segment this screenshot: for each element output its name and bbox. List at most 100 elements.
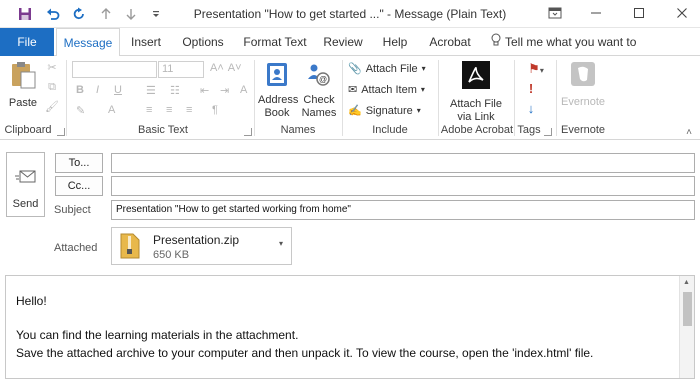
clipboard-group-label: Clipboard [4,124,52,136]
clear-formatting-icon[interactable]: A [240,84,247,96]
subject-label: Subject [54,204,91,216]
font-name-select[interactable] [72,61,157,78]
tab-file[interactable]: File [0,28,54,56]
italic-icon[interactable]: I [96,84,99,96]
follow-up-flag-icon[interactable]: ⚑▾ [524,62,548,77]
attachment-name: Presentation.zip [153,233,240,247]
evernote-button[interactable]: Evernote [560,60,606,109]
envelope-icon: ✉ [348,84,358,96]
include-group-label: Include [372,124,408,136]
paste-label: Paste [8,97,38,109]
format-painter-icon[interactable]: 🖌 [44,101,60,114]
send-button[interactable]: Send [6,152,45,217]
attach-item-label: Attach Item [361,83,417,96]
check-names-label-1: Check [303,94,335,106]
align-center-icon[interactable]: ≡ [166,104,172,116]
decrease-indent-icon[interactable]: ⇤ [200,84,209,97]
cut-icon[interactable]: ✂ [44,62,60,75]
tab-insert[interactable]: Insert [124,28,168,56]
attach-via-link-label-1: Attach File [450,98,502,110]
bold-icon[interactable]: B [76,84,84,96]
scroll-up-icon[interactable]: ▲ [683,279,690,286]
vertical-scrollbar[interactable]: ▲ [679,276,694,378]
basic-text-launcher-icon[interactable] [244,128,252,136]
tab-options[interactable]: Options [176,28,230,56]
high-importance-icon[interactable]: ! [524,82,538,95]
signature-button[interactable]: ✍ Signature ▾ [348,104,421,118]
customize-qat-icon[interactable] [147,5,165,23]
svg-text:@: @ [319,75,327,84]
bullets-icon[interactable]: ☰ [146,84,156,97]
ribbon-separator [254,60,255,136]
numbering-icon[interactable]: ☷ [170,84,180,97]
attach-file-via-link-button[interactable]: Attach File via Link [444,60,508,124]
save-icon[interactable] [16,5,34,23]
maximize-button[interactable] [625,3,653,23]
grow-font-icon[interactable]: A˄ [210,62,224,74]
scrollbar-thumb[interactable] [683,292,692,326]
arrow-up-icon[interactable] [97,5,115,23]
tell-me-search[interactable]: Tell me what you want to do [490,28,650,78]
tab-review[interactable]: Review [318,28,368,56]
align-right-icon[interactable]: ≡ [186,104,192,116]
tags-group-label: Tags [517,124,541,136]
text-direction-icon[interactable]: ¶ [212,104,218,116]
align-left-icon[interactable]: ≡ [146,104,152,116]
cc-field[interactable] [111,176,695,196]
clipboard-icon [8,60,38,94]
font-size-select[interactable]: 11 [158,61,204,78]
attached-label: Attached [54,242,98,254]
attachment-item[interactable]: Presentation.zip 650 KB ▾ [111,227,292,265]
subject-field[interactable]: Presentation "How to get started working… [111,200,695,220]
zip-file-icon [120,233,140,262]
message-body[interactable]: Hello! You can find the learning materia… [5,275,695,379]
tab-format-text[interactable]: Format Text [240,28,310,56]
close-button[interactable] [668,3,696,23]
body-line: You can find the learning materials in t… [16,328,299,342]
ribbon-tabs: File Message Insert Options Format Text … [0,28,700,78]
ribbon-separator [556,60,557,136]
tab-acrobat[interactable]: Acrobat [422,28,478,56]
low-importance-icon[interactable]: ↓ [524,102,538,115]
arrow-down-icon[interactable] [122,5,140,23]
grow-shrink-font[interactable]: A˄ A˅ [210,62,242,74]
increase-indent-icon[interactable]: ⇥ [220,84,229,97]
address-book-label-2: Book [264,107,290,119]
evernote-icon [569,60,597,92]
tab-message[interactable]: Message [56,28,120,57]
ribbon: Paste ✂ ⧉ 🖌 Clipboard 11 A˄ A˅ B I U ☰ ☷ … [0,56,700,140]
font-size-value: 11 [162,63,174,75]
underline-icon[interactable]: U [114,84,122,96]
attach-file-button[interactable]: 📎 Attach File ▾ [348,62,426,76]
collapse-ribbon-icon[interactable]: ˄ [683,126,695,139]
attach-item-button[interactable]: ✉ Attach Item ▾ [348,83,425,97]
copy-icon[interactable]: ⧉ [44,81,60,94]
tab-help[interactable]: Help [376,28,414,56]
minimize-button[interactable] [582,3,610,23]
check-names-button[interactable]: @ Check Names [300,60,338,120]
chevron-down-icon[interactable]: ▾ [279,239,283,248]
ribbon-display-options-icon[interactable] [541,3,569,23]
ribbon-separator [342,60,343,136]
attach-file-label: Attach File [365,62,418,75]
body-line: Save the attached archive to your comput… [16,346,594,360]
shrink-font-icon[interactable]: A˅ [228,62,242,74]
redo-icon[interactable] [70,5,88,23]
signature-label: Signature [365,104,413,117]
highlight-icon[interactable]: ✎ [76,104,85,117]
to-field[interactable] [111,153,695,173]
to-button[interactable]: To... [55,153,103,173]
cc-button[interactable]: Cc... [55,176,103,196]
font-color-icon[interactable]: A [108,104,115,116]
address-book-button[interactable]: Address Book [258,60,298,120]
clipboard-launcher-icon[interactable] [57,128,65,136]
paste-button[interactable]: Paste [4,60,42,118]
undo-icon[interactable] [44,5,62,23]
paperclip-icon: 📎 [348,63,362,75]
chevron-down-icon: ▾ [420,85,425,94]
tags-launcher-icon[interactable] [544,128,552,136]
chevron-down-icon: ▾ [421,64,426,73]
send-icon [15,169,37,190]
adobe-group-label: Adobe Acrobat [440,124,514,136]
check-names-icon: @ [305,60,333,92]
